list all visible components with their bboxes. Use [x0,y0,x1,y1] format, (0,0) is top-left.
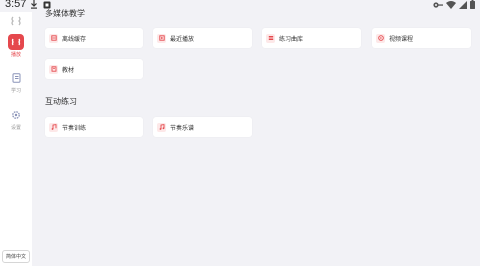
play-icon [8,34,24,50]
textbook-icon [49,64,58,74]
section-title-interactive: 互动练习 [45,97,77,106]
language-button[interactable]: 简体中文 [2,250,30,263]
app-logo-icon [11,16,21,26]
card-label: 节奏训练 [62,124,87,132]
sidebar-item-label: 学习 [10,88,21,94]
sidebar-item-settings[interactable]: 设置 [0,107,32,131]
sidebar-item-label: 播放 [10,52,21,58]
status-time: 3:57 [5,0,27,10]
card-label: 视频课程 [389,35,414,43]
card-label: 教材 [62,66,75,74]
rhythm-score-icon [157,122,166,132]
video-course-icon [376,33,385,43]
signal-icon [459,0,467,9]
card-video-course[interactable]: 视频课程 [372,28,471,48]
notebook-icon [8,70,24,86]
download-icon [31,0,37,9]
sidebar: 播放 学习 设置 简体中文 [0,12,32,266]
sidebar-item-label: 设置 [10,125,21,131]
card-label: 练习曲库 [279,35,304,43]
practice-library-icon [266,33,275,43]
gear-icon [8,107,24,123]
vpn-key-icon [433,1,443,8]
card-practice-library[interactable]: 练习曲库 [262,28,361,48]
card-recent-play[interactable]: 最近播放 [153,28,252,48]
card-label: 最近播放 [170,35,195,43]
battery-icon [470,0,475,9]
sidebar-item-play[interactable]: 播放 [0,34,32,58]
recent-play-icon [157,33,166,43]
status-right-icons [433,0,475,9]
card-rhythm-score[interactable]: 节奏乐谱 [153,117,252,137]
offline-cache-icon [49,33,58,43]
sidebar-item-study[interactable]: 学习 [0,70,32,94]
wifi-icon [446,0,456,9]
card-offline-cache[interactable]: 离线缓存 [45,28,143,48]
card-label: 节奏乐谱 [170,124,195,132]
card-rhythm-training[interactable]: 节奏训练 [45,117,143,137]
section-title-multimedia: 多媒体教学 [45,9,85,18]
card-textbook[interactable]: 教材 [45,59,143,79]
rhythm-training-icon [49,122,58,132]
card-label: 离线缓存 [62,35,87,43]
